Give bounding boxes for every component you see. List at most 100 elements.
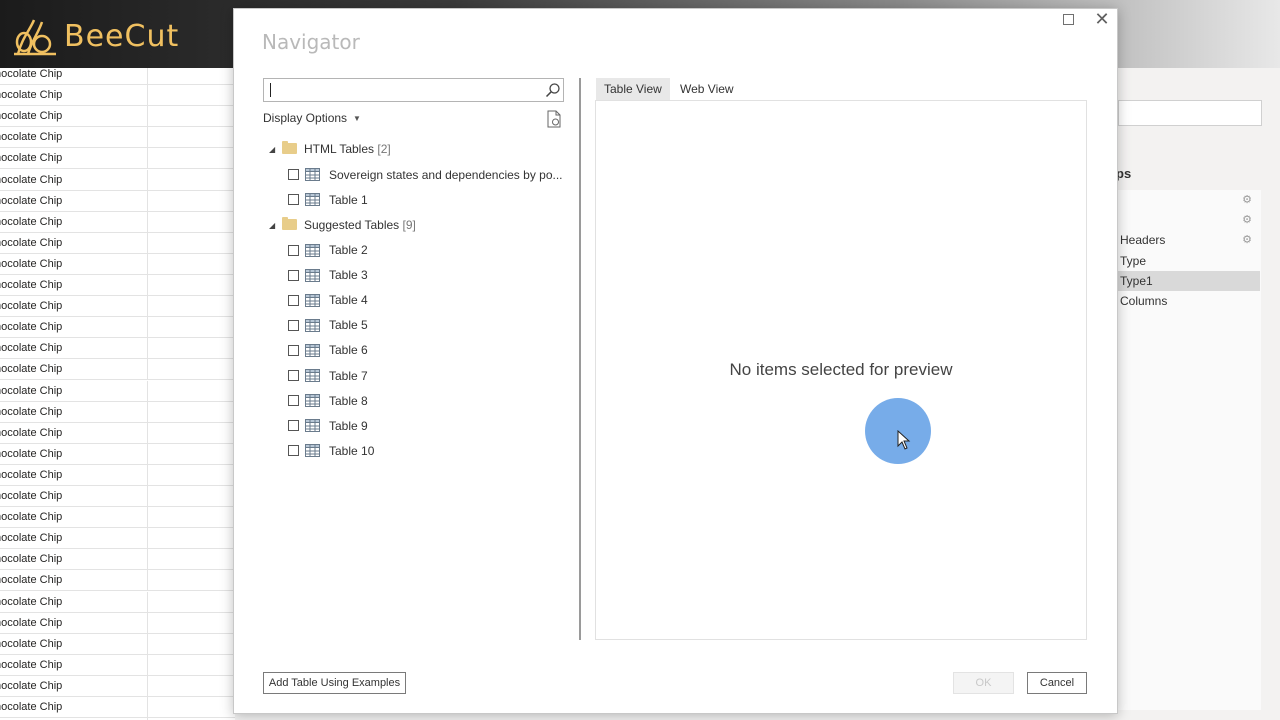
sheet-row: hocolate Chip — [0, 106, 235, 128]
sheet-row: hocolate Chip — [0, 486, 235, 507]
sheet-cell-text: hocolate Chip — [0, 131, 63, 144]
table-icon — [305, 318, 320, 332]
table-checkbox[interactable] — [288, 269, 299, 281]
tree-item-label[interactable]: Table 4 — [329, 290, 368, 310]
sheet-row: hocolate Chip — [0, 85, 235, 107]
sheet-row: hocolate Chip — [0, 549, 235, 571]
sheet-cell: hocolate Chip — [0, 591, 148, 612]
sheet-cell-text: hocolate Chip — [0, 89, 63, 102]
tree-group[interactable]: HTML Tables [2] — [304, 139, 391, 159]
applied-step[interactable]: Columns — [1110, 291, 1260, 311]
sheet-row: hocolate Chip — [0, 317, 235, 339]
sheet-cell-text: hocolate Chip — [0, 468, 63, 481]
tree-item-label[interactable]: Sovereign states and dependencies by po.… — [329, 165, 563, 185]
sheet-row: hocolate Chip — [0, 697, 235, 718]
sheet-cell-text: hocolate Chip — [0, 553, 63, 566]
applied-steps-title: ps — [1116, 166, 1132, 181]
sheet-row: hocolate Chip — [0, 633, 235, 655]
sheet-cell-text: hocolate Chip — [0, 300, 63, 313]
sheet-cell: hocolate Chip — [0, 697, 148, 717]
sheet-cell: hocolate Chip — [0, 654, 148, 675]
tree-item-label[interactable]: Table 10 — [329, 441, 374, 461]
table-checkbox[interactable] — [288, 294, 299, 306]
sheet-row: hocolate Chip — [0, 528, 235, 550]
applied-step-label: Headers — [1120, 233, 1166, 247]
applied-step-label: Columns — [1120, 294, 1168, 308]
query-name-field[interactable] — [1118, 100, 1262, 126]
sheet-row: hocolate Chip — [0, 464, 235, 486]
table-checkbox[interactable] — [288, 445, 299, 457]
applied-step[interactable]: ⚙ — [1110, 190, 1260, 210]
sheet-cell-text: hocolate Chip — [0, 701, 63, 713]
search-input[interactable] — [263, 78, 564, 102]
add-table-using-examples-button[interactable]: Add Table Using Examples — [263, 672, 406, 694]
ok-button[interactable]: OK — [953, 672, 1014, 694]
sheet-row: hocolate Chip — [0, 591, 235, 613]
sheet-row: hocolate Chip — [0, 211, 235, 233]
sheet-cell: hocolate Chip — [0, 507, 148, 528]
table-checkbox[interactable] — [288, 344, 299, 356]
tree-item-label[interactable]: Table 6 — [329, 340, 368, 360]
pane-splitter[interactable] — [579, 78, 581, 640]
tree-group[interactable]: Suggested Tables [9] — [304, 215, 416, 235]
table-icon — [305, 193, 320, 207]
tree-item-label[interactable]: Table 7 — [329, 366, 368, 386]
sheet-row: hocolate Chip — [0, 275, 235, 296]
table-checkbox[interactable] — [288, 395, 299, 407]
search-icon[interactable] — [545, 82, 561, 98]
applied-step[interactable]: Type1 — [1110, 271, 1260, 291]
table-checkbox[interactable] — [288, 194, 299, 206]
gear-icon[interactable]: ⚙ — [1242, 210, 1252, 230]
folder-icon — [282, 217, 297, 230]
collapse-arrow-icon[interactable]: ◢ — [269, 222, 277, 230]
sheet-cell-text: hocolate Chip — [0, 321, 63, 334]
table-checkbox[interactable] — [288, 420, 299, 432]
sheet-cell: hocolate Chip — [0, 317, 148, 338]
sheet-row: hocolate Chip — [0, 127, 235, 149]
cancel-button[interactable]: Cancel — [1027, 672, 1087, 694]
sheet-cell: hocolate Chip — [0, 570, 148, 591]
sheet-cell-text: hocolate Chip — [0, 363, 63, 376]
sheet-cell: hocolate Chip — [0, 380, 148, 401]
sheet-cell: hocolate Chip — [0, 612, 148, 633]
table-checkbox[interactable] — [288, 319, 299, 331]
gear-icon[interactable]: ⚙ — [1242, 230, 1252, 250]
sheet-row: hocolate Chip — [0, 422, 235, 444]
dialog-title: Navigator — [262, 30, 360, 54]
tab-web-view[interactable]: Web View — [672, 78, 742, 100]
tree-group-label: Suggested Tables — [304, 218, 400, 232]
tree-item-label[interactable]: Table 2 — [329, 240, 368, 260]
table-icon — [305, 168, 320, 181]
display-options-dropdown[interactable]: Display Options ▼ — [263, 111, 361, 125]
table-checkbox[interactable] — [288, 244, 299, 256]
sheet-cell-text: hocolate Chip — [0, 152, 63, 165]
sheet-cell-text: hocolate Chip — [0, 194, 63, 207]
collapse-arrow-icon[interactable]: ◢ — [269, 146, 277, 154]
tree-group-count: [9] — [402, 218, 416, 232]
sheet-cell-text: hocolate Chip — [0, 574, 63, 587]
applied-step[interactable]: Type — [1110, 251, 1260, 271]
table-checkbox[interactable] — [288, 169, 299, 180]
sheet-cell-text: hocolate Chip — [0, 447, 63, 460]
refresh-icon[interactable] — [546, 110, 562, 128]
gear-icon[interactable]: ⚙ — [1242, 190, 1252, 210]
applied-step[interactable]: Headers ⚙ — [1110, 230, 1260, 250]
tree-item-label[interactable]: Table 1 — [329, 190, 368, 210]
tree-item-label[interactable]: Table 3 — [329, 265, 368, 285]
table-checkbox[interactable] — [288, 370, 299, 381]
sheet-cell-text: hocolate Chip — [0, 490, 63, 502]
maximize-button[interactable] — [1063, 14, 1074, 25]
sheet-row: hocolate Chip — [0, 401, 235, 423]
sheet-cell: hocolate Chip — [0, 211, 148, 232]
tree-item-label[interactable]: Table 8 — [329, 391, 368, 411]
tab-table-view[interactable]: Table View — [596, 78, 670, 100]
table-icon — [305, 268, 320, 282]
tree-item-label[interactable]: Table 5 — [329, 315, 368, 335]
tree-item-label[interactable]: Table 9 — [329, 416, 368, 436]
sheet-cell-text: hocolate Chip — [0, 257, 63, 270]
close-button[interactable]: ✕ — [1094, 10, 1110, 28]
sheet-row: hocolate Chip — [0, 148, 235, 170]
tree-group-label: HTML Tables — [304, 142, 375, 156]
applied-step[interactable]: n⚙ — [1110, 210, 1260, 230]
sheet-cell-text: hocolate Chip — [0, 637, 63, 650]
